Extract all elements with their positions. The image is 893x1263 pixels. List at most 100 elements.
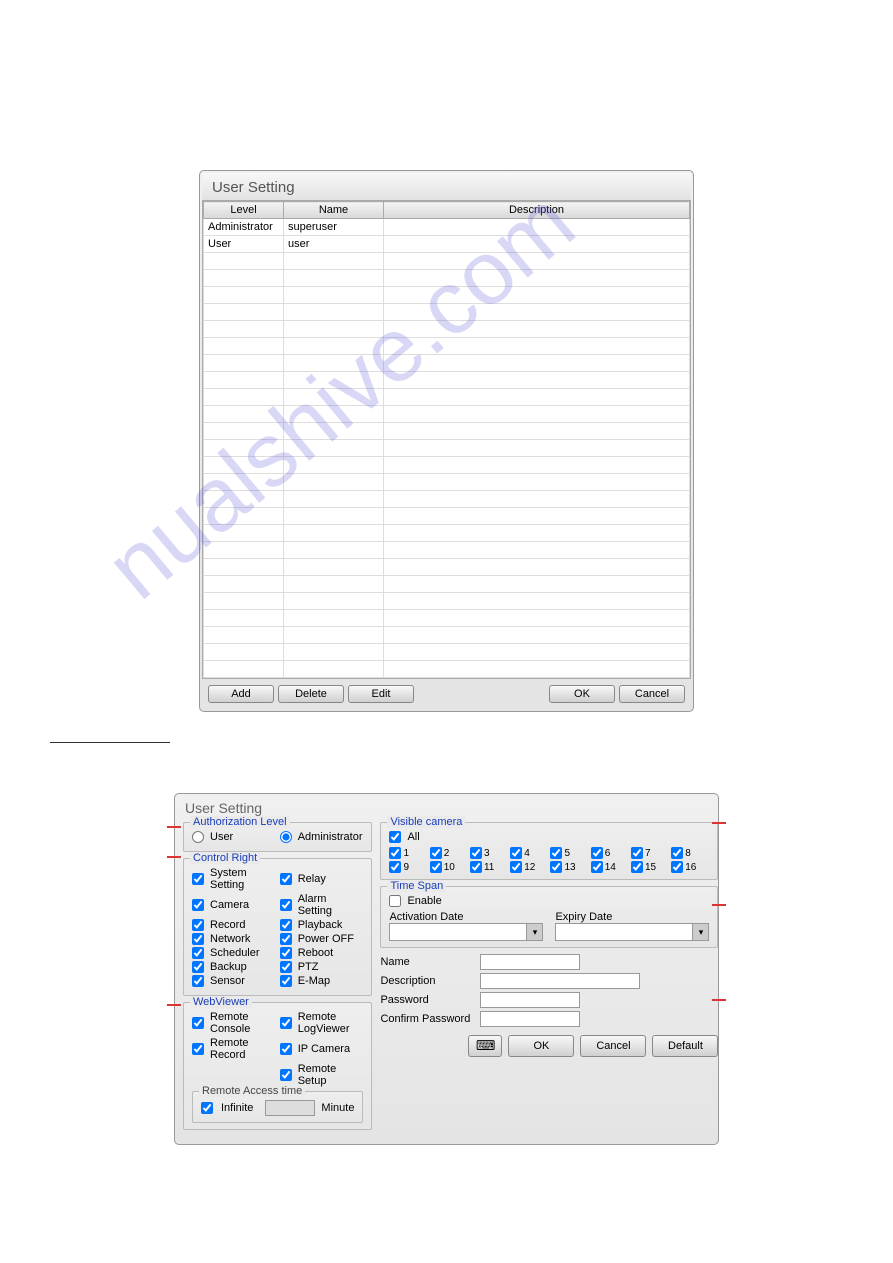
cancel-button[interactable]: Cancel: [580, 1035, 646, 1057]
table-row[interactable]: [204, 372, 690, 389]
cam-9-checkbox[interactable]: [389, 861, 401, 873]
playback-checkbox[interactable]: [280, 919, 292, 931]
table-row[interactable]: [204, 627, 690, 644]
camera-checkbox[interactable]: [192, 899, 204, 911]
ip-camera-checkbox[interactable]: [280, 1043, 292, 1055]
table-row[interactable]: [204, 406, 690, 423]
table-row[interactable]: Administrator superuser: [204, 219, 690, 236]
cam-1-checkbox[interactable]: [389, 847, 401, 859]
cam-7-checkbox[interactable]: [631, 847, 643, 859]
table-row[interactable]: [204, 389, 690, 406]
calendar-icon[interactable]: ▾: [526, 924, 542, 940]
network-checkbox[interactable]: [192, 933, 204, 945]
edit-button[interactable]: Edit: [348, 685, 414, 703]
cam-6-checkbox[interactable]: [591, 847, 603, 859]
table-row[interactable]: [204, 644, 690, 661]
password-input[interactable]: [480, 992, 580, 1008]
group-title: Authorization Level: [190, 816, 290, 828]
table-row[interactable]: [204, 440, 690, 457]
cam-4-checkbox[interactable]: [510, 847, 522, 859]
all-cameras-checkbox[interactable]: [389, 831, 401, 843]
table-row[interactable]: [204, 474, 690, 491]
alarm-setting-checkbox[interactable]: [280, 899, 292, 911]
table-row[interactable]: User user: [204, 236, 690, 253]
expiry-date-input[interactable]: ▾: [555, 923, 709, 941]
group-title: Time Span: [387, 880, 446, 892]
table-row[interactable]: [204, 576, 690, 593]
remote-logviewer-checkbox[interactable]: [280, 1017, 292, 1029]
infinite-checkbox[interactable]: [201, 1102, 213, 1114]
record-checkbox[interactable]: [192, 919, 204, 931]
cam-16-checkbox[interactable]: [671, 861, 683, 873]
emap-checkbox[interactable]: [280, 975, 292, 987]
cam-10-checkbox[interactable]: [430, 861, 442, 873]
cam-12-checkbox[interactable]: [510, 861, 522, 873]
remote-console-checkbox[interactable]: [192, 1017, 204, 1029]
ok-button[interactable]: OK: [549, 685, 615, 703]
default-button[interactable]: Default: [652, 1035, 718, 1057]
name-input[interactable]: [480, 954, 580, 970]
delete-button[interactable]: Delete: [278, 685, 344, 703]
table-row[interactable]: [204, 270, 690, 287]
visible-camera-group: Visible camera All 1 2 3 4 5 6 7 8 9 10 …: [380, 822, 718, 880]
system-setting-checkbox[interactable]: [192, 873, 204, 885]
table-row[interactable]: [204, 661, 690, 678]
cam-3-checkbox[interactable]: [470, 847, 482, 859]
control-right-group: Control Right System SettingRelay Camera…: [183, 858, 372, 996]
table-row[interactable]: [204, 508, 690, 525]
cam-8-checkbox[interactable]: [671, 847, 683, 859]
user-setting-list-dialog: User Setting Level Name Description Admi…: [199, 170, 694, 712]
calendar-icon[interactable]: ▾: [692, 924, 708, 940]
add-button[interactable]: Add: [208, 685, 274, 703]
user-table: Level Name Description Administrator sup…: [203, 201, 690, 678]
minute-input[interactable]: [265, 1100, 315, 1116]
ok-button[interactable]: OK: [508, 1035, 574, 1057]
scheduler-checkbox[interactable]: [192, 947, 204, 959]
table-row[interactable]: [204, 253, 690, 270]
dialog-title: User Setting: [202, 173, 691, 200]
cam-14-checkbox[interactable]: [591, 861, 603, 873]
table-row[interactable]: [204, 491, 690, 508]
table-row[interactable]: [204, 457, 690, 474]
group-title: Visible camera: [387, 816, 465, 828]
ptz-checkbox[interactable]: [280, 961, 292, 973]
cam-15-checkbox[interactable]: [631, 861, 643, 873]
table-row[interactable]: [204, 423, 690, 440]
col-header-level[interactable]: Level: [204, 202, 284, 219]
table-row[interactable]: [204, 525, 690, 542]
table-row[interactable]: [204, 610, 690, 627]
keyboard-icon-button[interactable]: ⌨: [468, 1035, 502, 1057]
remote-setup-checkbox[interactable]: [280, 1069, 292, 1081]
activation-date-input[interactable]: ▾: [389, 923, 543, 941]
table-row[interactable]: [204, 593, 690, 610]
remote-access-time-group: Remote Access time Infinite Minute: [192, 1091, 363, 1123]
backup-checkbox[interactable]: [192, 961, 204, 973]
cam-2-checkbox[interactable]: [430, 847, 442, 859]
col-header-name[interactable]: Name: [284, 202, 384, 219]
table-row[interactable]: [204, 542, 690, 559]
cam-13-checkbox[interactable]: [550, 861, 562, 873]
remote-record-checkbox[interactable]: [192, 1043, 204, 1055]
table-row[interactable]: [204, 355, 690, 372]
dialog-footer: Add Delete Edit OK Cancel: [202, 679, 691, 709]
administrator-radio[interactable]: [280, 831, 292, 843]
confirm-password-input[interactable]: [480, 1011, 580, 1027]
relay-checkbox[interactable]: [280, 873, 292, 885]
user-radio[interactable]: [192, 831, 204, 843]
table-row[interactable]: [204, 559, 690, 576]
table-row[interactable]: [204, 338, 690, 355]
cam-5-checkbox[interactable]: [550, 847, 562, 859]
table-row[interactable]: [204, 321, 690, 338]
table-row[interactable]: [204, 304, 690, 321]
enable-timespan-checkbox[interactable]: [389, 895, 401, 907]
sensor-checkbox[interactable]: [192, 975, 204, 987]
col-header-description[interactable]: Description: [384, 202, 690, 219]
description-input[interactable]: [480, 973, 640, 989]
authorization-level-group: Authorization Level User Administrator: [183, 822, 372, 852]
power-off-checkbox[interactable]: [280, 933, 292, 945]
reboot-checkbox[interactable]: [280, 947, 292, 959]
user-setting-edit-dialog: User Setting Authorization Level User Ad…: [174, 793, 719, 1145]
cancel-button[interactable]: Cancel: [619, 685, 685, 703]
table-row[interactable]: [204, 287, 690, 304]
cam-11-checkbox[interactable]: [470, 861, 482, 873]
